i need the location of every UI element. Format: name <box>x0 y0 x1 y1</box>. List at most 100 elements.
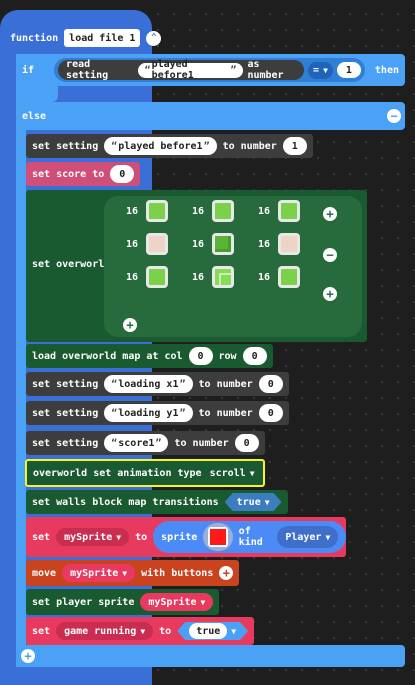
else-keyword: else <box>22 110 47 122</box>
set-overworld-label: set overworld <box>32 259 111 270</box>
compare-value-field[interactable]: 1 <box>336 62 361 78</box>
set-setting-label: set setting <box>32 140 99 152</box>
game-running-bool-dropdown[interactable]: true ▼ <box>177 622 248 640</box>
sprite-image-field[interactable] <box>203 523 233 551</box>
as-number-label: as number <box>247 59 284 81</box>
setting-name-field[interactable]: played before1 <box>137 59 244 81</box>
tile-image[interactable] <box>278 233 301 255</box>
cell-size: 16 <box>126 271 139 283</box>
collapse-icon[interactable]: ⌃ <box>146 30 162 46</box>
to-number-label: to number <box>198 407 253 419</box>
load-map-block[interactable]: load overworld map at col 0 row 0 <box>26 344 273 368</box>
setting-value-field[interactable]: 0 <box>258 375 283 393</box>
caret-down-icon: ▼ <box>325 532 331 542</box>
set-setting-block-4[interactable]: set setting score1 to number 0 <box>26 431 265 455</box>
create-sprite-block[interactable]: sprite of kind Player ▼ <box>153 521 347 553</box>
walls-block[interactable]: set walls block map transitions true ▼ <box>26 490 288 514</box>
plus-icon[interactable]: + <box>21 649 35 663</box>
if-condition-row: if read setting played before1 as number… <box>16 58 405 82</box>
walls-value: true <box>236 496 261 508</box>
comparison-block[interactable]: read setting played before1 as number = … <box>54 58 365 82</box>
cell-size: 16 <box>192 238 205 250</box>
cell-size: 16 <box>192 271 205 283</box>
plus-icon[interactable]: + <box>219 566 234 580</box>
kind-dropdown[interactable]: Player ▼ <box>277 526 339 548</box>
tile-image[interactable] <box>212 233 235 255</box>
operator-value: = <box>313 64 320 76</box>
sprite-var-dropdown[interactable]: mySprite ▼ <box>56 528 130 546</box>
overworld-cell: 16 <box>258 266 324 288</box>
sprite-var-value: mySprite <box>64 531 113 543</box>
tile-image[interactable] <box>212 200 235 222</box>
move-var-dropdown[interactable]: mySprite ▼ <box>62 564 136 582</box>
plus-icon[interactable]: + <box>123 318 137 332</box>
operator-dropdown[interactable]: = ▼ <box>308 61 333 79</box>
set-setting-label: set setting <box>32 378 99 390</box>
player-sprite-block[interactable]: set player sprite mySprite ▼ <box>26 589 220 615</box>
score-value-field[interactable]: 0 <box>110 165 135 183</box>
tile-image[interactable] <box>212 266 235 288</box>
set-setting-label: set setting <box>32 407 99 419</box>
cell-size: 16 <box>126 238 139 250</box>
set-label: set <box>32 625 51 637</box>
overworld-cell: 16 <box>258 233 324 255</box>
setting-name-field[interactable]: loading x1 <box>104 375 193 393</box>
tile-image[interactable] <box>278 266 301 288</box>
cell-size: 16 <box>258 238 271 250</box>
minus-icon[interactable]: − <box>323 248 337 262</box>
to-number-label: to number <box>198 378 253 390</box>
row-field[interactable]: 0 <box>242 347 267 365</box>
tile-image[interactable] <box>146 266 169 288</box>
if-block-bottom[interactable] <box>16 645 405 667</box>
overworld-grid: 16 16 16 16 16 16 16 16 16 <box>126 200 316 288</box>
setting-value-field[interactable]: 1 <box>282 137 307 155</box>
function-keyword: function <box>10 32 59 44</box>
else-row: else − <box>16 104 405 128</box>
cell-size: 16 <box>192 205 205 217</box>
game-running-block[interactable]: set game running ▼ to true ▼ <box>26 617 255 645</box>
caret-down-icon: ▼ <box>249 468 255 478</box>
sprite-red-square <box>209 529 226 545</box>
minus-icon[interactable]: − <box>387 109 401 123</box>
player-sprite-label: set player sprite <box>32 596 135 608</box>
player-sprite-var-dropdown[interactable]: mySprite ▼ <box>140 593 214 611</box>
setting-value-field[interactable]: 0 <box>258 404 283 422</box>
plus-icon[interactable]: + <box>323 207 337 221</box>
set-setting-block-1[interactable]: set setting played before1 to number 1 <box>26 134 313 158</box>
set-score-block[interactable]: set score to 0 <box>26 162 141 186</box>
set-setting-block-2[interactable]: set setting loading x1 to number 0 <box>26 372 289 396</box>
set-sprite-block[interactable]: set mySprite ▼ to sprite of kind Player … <box>26 517 347 557</box>
tile-image[interactable] <box>146 200 169 222</box>
player-sprite-var-value: mySprite <box>148 596 197 608</box>
sprite-label: sprite <box>161 531 198 543</box>
to-number-label: to number <box>222 140 277 152</box>
overworld-cell: 16 <box>126 233 192 255</box>
setting-name-field[interactable]: loading y1 <box>104 404 193 422</box>
set-setting-block-3[interactable]: set setting loading y1 to number 0 <box>26 401 289 425</box>
setting-name-field[interactable]: score1 <box>104 434 169 452</box>
animation-type-dropdown[interactable]: scroll ▼ <box>208 464 257 482</box>
game-running-var-dropdown[interactable]: game running ▼ <box>56 622 154 640</box>
if-block-spine <box>16 54 26 667</box>
function-name-field[interactable]: load file 1 <box>64 29 141 47</box>
col-field[interactable]: 0 <box>188 347 213 365</box>
walls-label: set walls block map transitions <box>32 496 219 508</box>
tile-image[interactable] <box>278 200 301 222</box>
plus-icon[interactable]: + <box>323 287 337 301</box>
set-score-label: set score to <box>32 168 105 180</box>
overworld-cell: 16 <box>192 200 258 222</box>
if-else-divider-left <box>16 86 58 102</box>
tile-image[interactable] <box>146 233 169 255</box>
cell-size: 16 <box>126 205 139 217</box>
move-var-value: mySprite <box>70 567 119 579</box>
move-sprite-block[interactable]: move mySprite ▼ with buttons + <box>26 560 240 586</box>
read-setting-block[interactable]: read setting played before1 as number <box>58 59 305 81</box>
caret-down-icon: ▼ <box>264 497 270 507</box>
animation-type-block[interactable]: overworld set animation type scroll ▼ <box>25 459 265 487</box>
walls-bool-dropdown[interactable]: true ▼ <box>225 493 282 511</box>
setting-value-field[interactable]: 0 <box>234 434 259 452</box>
animation-type-label: overworld set animation type <box>33 467 202 479</box>
to-number-label: to number <box>174 437 229 449</box>
caret-down-icon: ▼ <box>122 568 128 578</box>
setting-name-field[interactable]: played before1 <box>104 137 217 155</box>
